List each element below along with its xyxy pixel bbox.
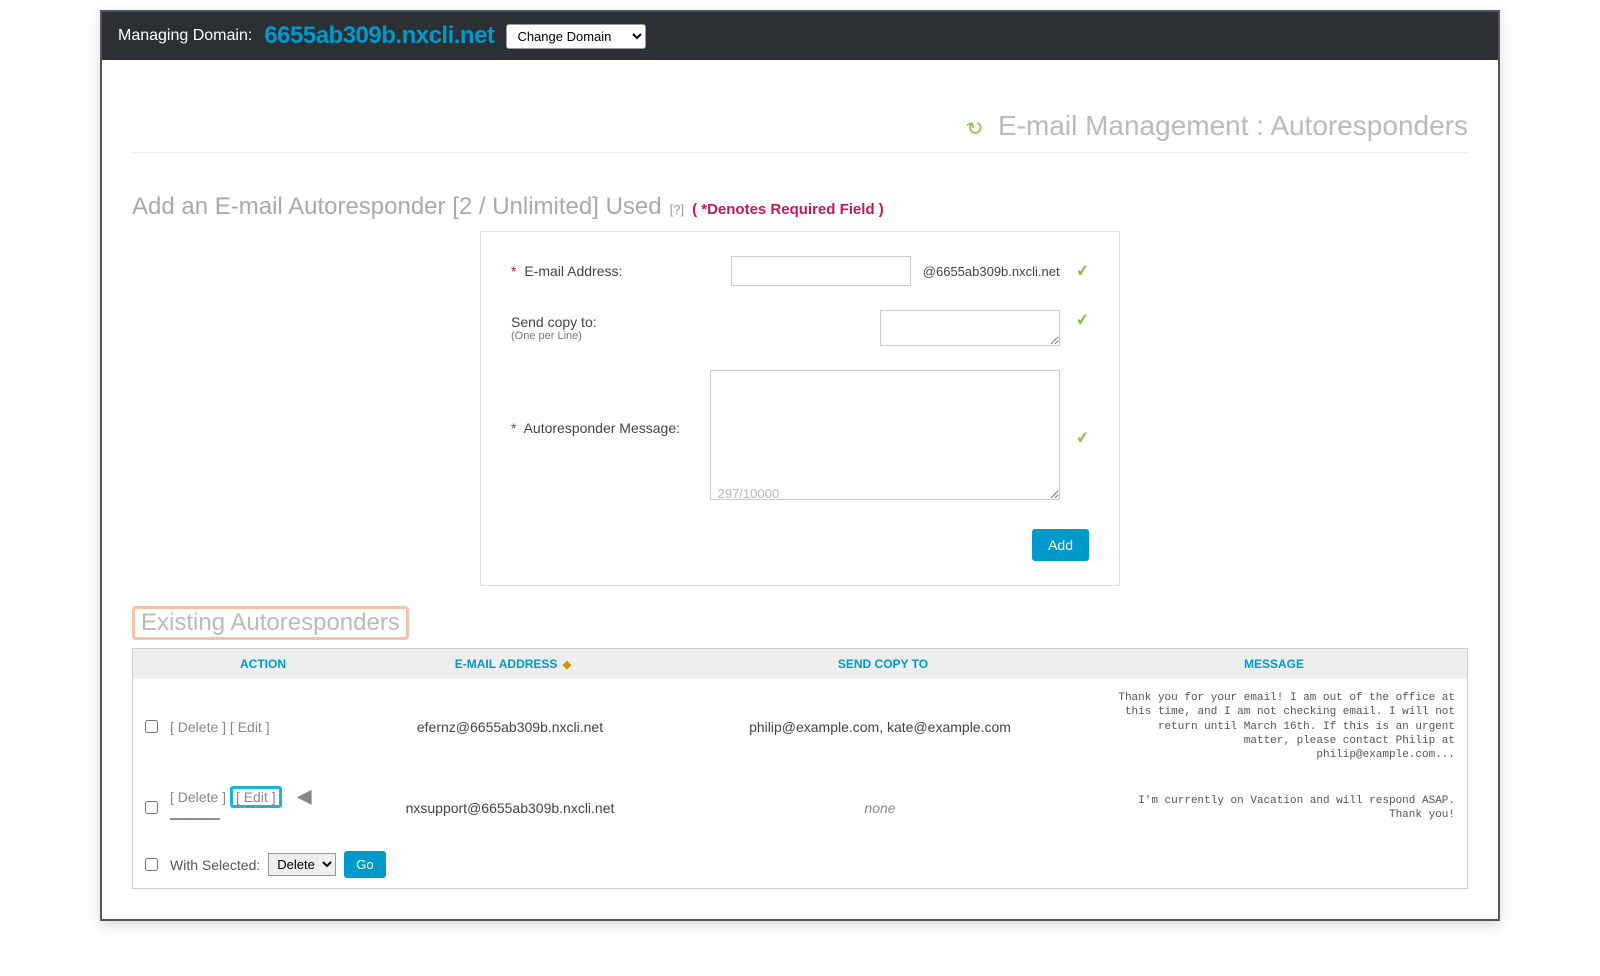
send-copy-label-text: Send copy to:	[511, 314, 597, 330]
email-label-text: E-mail Address:	[524, 263, 622, 279]
row-send-copy: none	[670, 800, 1090, 816]
send-copy-row: Send copy to: (One per Line) ✔	[511, 310, 1089, 346]
bulk-action-row: With Selected: Delete Go	[133, 841, 1467, 888]
existing-heading-highlight: Existing Autoresponders	[132, 606, 409, 640]
row-checkbox[interactable]	[145, 720, 158, 733]
col-header-message[interactable]: MESSAGE	[1093, 657, 1455, 671]
with-selected-label: With Selected:	[170, 857, 260, 873]
row-actions: [ Delete ] [ Edit ] ◀———	[170, 786, 350, 829]
message-label-text: Autoresponder Message:	[524, 420, 680, 436]
col-header-email[interactable]: E-MAIL ADDRESS ◆	[353, 657, 673, 671]
check-icon: ✔	[1074, 260, 1090, 282]
message-row: * Autoresponder Message: 297/10000 ✔	[511, 370, 1089, 505]
add-autoresponder-heading: Add an E-mail Autoresponder [2 / Unlimit…	[132, 193, 662, 221]
app-frame: Managing Domain: 6655ab309b.nxcli.net Ch…	[100, 10, 1500, 921]
table-row: [ Delete ] [ Edit ] efernz@6655ab309b.nx…	[133, 679, 1467, 774]
bulk-action-select[interactable]: Delete	[268, 853, 336, 876]
send-copy-sublabel: (One per Line)	[511, 330, 711, 342]
header-bar: Managing Domain: 6655ab309b.nxcli.net Ch…	[102, 12, 1498, 60]
refresh-icon[interactable]: ↺	[964, 114, 988, 143]
row-send-copy: philip@example.com, kate@example.com	[670, 719, 1090, 735]
email-address-input[interactable]	[731, 256, 911, 286]
required-field-note: ( *Denotes Required Field )	[692, 201, 884, 218]
change-domain-select[interactable]: Change Domain	[506, 24, 646, 49]
delete-link[interactable]: [ Delete ]	[170, 719, 226, 735]
email-domain-suffix: @6655ab309b.nxcli.net	[923, 264, 1060, 279]
edit-link[interactable]: [ Edit ]	[230, 719, 270, 735]
edit-highlight: [ Edit ]	[230, 786, 282, 808]
send-copy-label: Send copy to: (One per Line)	[511, 314, 711, 342]
add-autoresponder-form: * E-mail Address: @6655ab309b.nxcli.net …	[480, 231, 1120, 586]
row-checkbox[interactable]	[145, 801, 158, 814]
row-email: efernz@6655ab309b.nxcli.net	[350, 719, 670, 735]
row-actions: [ Delete ] [ Edit ]	[170, 719, 350, 735]
email-label: * E-mail Address:	[511, 263, 707, 279]
page-title: ↺ E-mail Management : Autoresponders	[132, 60, 1468, 153]
message-field-wrap: 297/10000	[710, 370, 1060, 505]
char-counter: 297/10000	[718, 486, 779, 501]
header-domain: 6655ab309b.nxcli.net	[264, 22, 494, 50]
row-email: nxsupport@6655ab309b.nxcli.net	[350, 800, 670, 816]
col-header-action[interactable]: ACTION	[173, 657, 353, 671]
form-section-header: Add an E-mail Autoresponder [2 / Unlimit…	[132, 193, 1468, 221]
content-area: ↺ E-mail Management : Autoresponders Add…	[102, 60, 1498, 919]
sort-icon[interactable]: ◆	[563, 659, 571, 671]
edit-link[interactable]: [ Edit ]	[236, 789, 276, 805]
table-row: [ Delete ] [ Edit ] ◀——— nxsupport@6655a…	[133, 774, 1467, 841]
message-label: * Autoresponder Message:	[511, 370, 698, 436]
header-label: Managing Domain:	[118, 27, 252, 45]
required-star: *	[511, 263, 516, 279]
existing-autoresponders-heading: Existing Autoresponders	[141, 609, 400, 636]
add-button[interactable]: Add	[1032, 529, 1089, 561]
email-row: * E-mail Address: @6655ab309b.nxcli.net …	[511, 256, 1089, 286]
send-copy-textarea[interactable]	[880, 310, 1060, 346]
check-icon: ✔	[1074, 309, 1090, 331]
row-message: I'm currently on Vacation and will respo…	[1090, 794, 1455, 823]
autoresponders-table: ACTION E-MAIL ADDRESS ◆ SEND COPY TO MES…	[132, 648, 1468, 889]
autoresponder-message-textarea[interactable]	[710, 370, 1060, 500]
required-star: *	[511, 420, 516, 436]
col-header-email-text: E-MAIL ADDRESS	[455, 657, 558, 671]
col-header-copy[interactable]: SEND COPY TO	[673, 657, 1093, 671]
row-message: Thank you for your email! I am out of th…	[1090, 691, 1455, 762]
select-all-checkbox[interactable]	[145, 858, 158, 871]
table-header: ACTION E-MAIL ADDRESS ◆ SEND COPY TO MES…	[133, 649, 1467, 679]
delete-link[interactable]: [ Delete ]	[170, 789, 226, 805]
help-link[interactable]: [?]	[670, 202, 684, 217]
form-actions: Add	[511, 529, 1089, 561]
go-button[interactable]: Go	[344, 851, 385, 878]
check-icon: ✔	[1074, 427, 1090, 449]
page-title-text: E-mail Management : Autoresponders	[998, 110, 1468, 141]
row-send-copy-text: none	[864, 800, 895, 816]
